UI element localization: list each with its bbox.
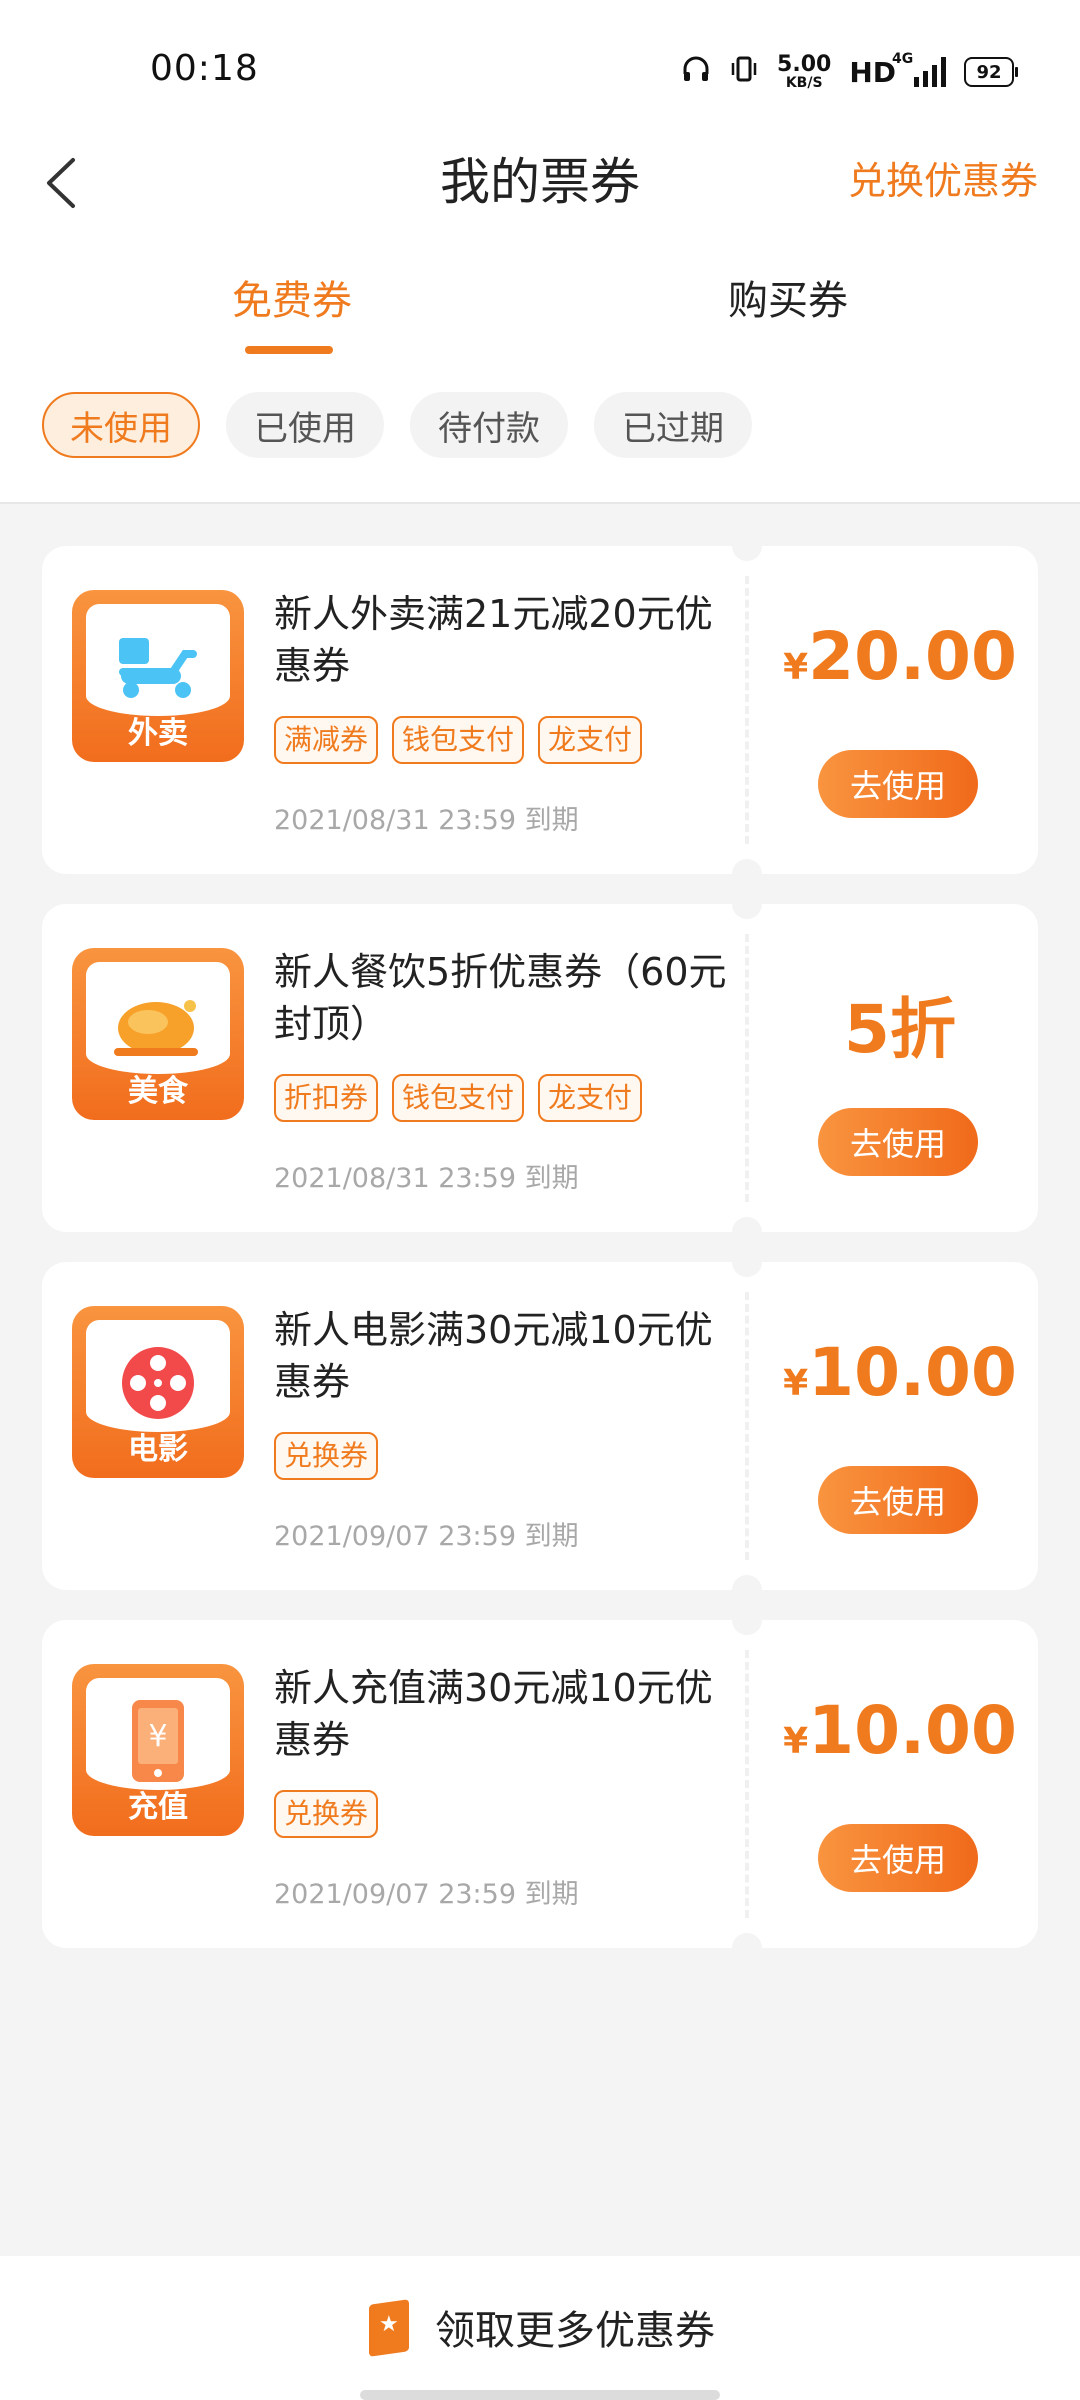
coupon-amount: ¥10.00 [783, 1692, 1017, 1769]
use-coupon-button[interactable]: 去使用 [818, 1466, 978, 1534]
bottom-bar: ★ 领取更多优惠券 [0, 2256, 1080, 2400]
get-more-coupons-button[interactable]: ★ 领取更多优惠券 [0, 2298, 1080, 2357]
battery-icon: 92 [964, 57, 1018, 87]
svg-text:¥: ¥ [148, 1719, 167, 1754]
filter-pending-payment[interactable]: 待付款 [410, 392, 568, 458]
coupon-title: 新人充值满30元减10元优惠券 [274, 1666, 713, 1762]
coupon-tag: 龙支付 [538, 716, 643, 764]
coupon-amount: 5折 [844, 991, 956, 1068]
filter-unused[interactable]: 未使用 [42, 392, 200, 458]
coupon-tag: 满减券 [274, 716, 379, 764]
vibrate-icon [729, 54, 759, 91]
coupon-amount: ¥20.00 [783, 618, 1017, 695]
coupon-expiry: 2021/09/07 23:59 到期 [274, 1521, 579, 1552]
get-more-coupons-label: 领取更多优惠券 [435, 2308, 715, 2354]
use-coupon-button[interactable]: 去使用 [818, 1108, 978, 1176]
coupon-expiry: 2021/08/31 23:59 到期 [274, 805, 579, 836]
filter-expired[interactable]: 已过期 [594, 392, 752, 458]
coupon-expiry: 2021/08/31 23:59 到期 [274, 1163, 579, 1194]
coupon-tags: 兑换券 [274, 1432, 379, 1480]
tab-indicator [245, 346, 333, 354]
coupon-tag: 折扣券 [274, 1074, 379, 1122]
coupon-tag: 兑换券 [274, 1790, 379, 1838]
coupon-tabs: 免费券 购买券 [0, 250, 1080, 360]
coupon-tags: 满减券 钱包支付 龙支付 [274, 716, 643, 764]
coupon-list: 外卖 新人外卖满21元减20元优惠券 满减券 钱包支付 龙支付 2021/08/… [42, 531, 1038, 1978]
food-icon: 美食 [72, 948, 244, 1120]
status-icons: 5.00 KB/S HD 4G 92 [681, 50, 1018, 94]
use-coupon-button[interactable]: 去使用 [818, 750, 978, 818]
coupon-tag: 钱包支付 [392, 716, 525, 764]
top-area: 00:18 5.00 KB/S HD 4G 92 我的票券 兑换优惠券 免费券 … [0, 0, 1080, 504]
coupon-tag: 钱包支付 [392, 1074, 525, 1122]
coupon-title: 新人外卖满21元减20元优惠券 [274, 592, 713, 688]
film-reel-icon: 电影 [72, 1306, 244, 1478]
coupon-tags: 兑换券 [274, 1790, 379, 1838]
ticket-icon: ★ [365, 2298, 417, 2357]
home-indicator[interactable] [360, 2390, 720, 2400]
coupon-tag: 龙支付 [538, 1074, 643, 1122]
coupon-card[interactable]: 美食 新人餐饮5折优惠券（60元封顶） 折扣券 钱包支付 龙支付 2021/08… [42, 889, 1038, 1247]
hd-icon: HD [849, 55, 896, 89]
signal-icon: 4G [892, 51, 946, 87]
tab-free[interactable]: 免费券 [232, 268, 352, 326]
coupon-tag: 兑换券 [274, 1432, 379, 1480]
coupon-title: 新人餐饮5折优惠券（60元封顶） [274, 950, 727, 1046]
coupon-card[interactable]: ¥ 充值 新人充值满30元减10元优惠券 兑换券 2021/09/07 23:5… [42, 1605, 1038, 1963]
use-coupon-button[interactable]: 去使用 [818, 1824, 978, 1892]
coupon-card[interactable]: 外卖 新人外卖满21元减20元优惠券 满减券 钱包支付 龙支付 2021/08/… [42, 531, 1038, 889]
coupon-amount: ¥10.00 [783, 1334, 1017, 1411]
status-filters: 未使用 已使用 待付款 已过期 [42, 392, 752, 458]
coupon-card[interactable]: 电影 新人电影满30元减10元优惠券 兑换券 2021/09/07 23:59 … [42, 1247, 1038, 1605]
delivery-icon: 外卖 [72, 590, 244, 762]
header: 我的票券 兑换优惠券 [0, 130, 1080, 240]
headphones-icon [681, 54, 711, 91]
status-bar: 00:18 5.00 KB/S HD 4G 92 [0, 0, 1080, 140]
phone-recharge-icon: ¥ 充值 [72, 1664, 244, 1836]
tab-paid[interactable]: 购买券 [728, 268, 848, 326]
coupon-expiry: 2021/09/07 23:59 到期 [274, 1879, 579, 1910]
status-time: 00:18 [150, 48, 259, 89]
net-speed: 5.00 KB/S [777, 52, 832, 91]
coupon-title: 新人电影满30元减10元优惠券 [274, 1308, 713, 1404]
redeem-coupon-link[interactable]: 兑换优惠券 [848, 150, 1038, 205]
filter-used[interactable]: 已使用 [226, 392, 384, 458]
coupon-tags: 折扣券 钱包支付 龙支付 [274, 1074, 643, 1122]
